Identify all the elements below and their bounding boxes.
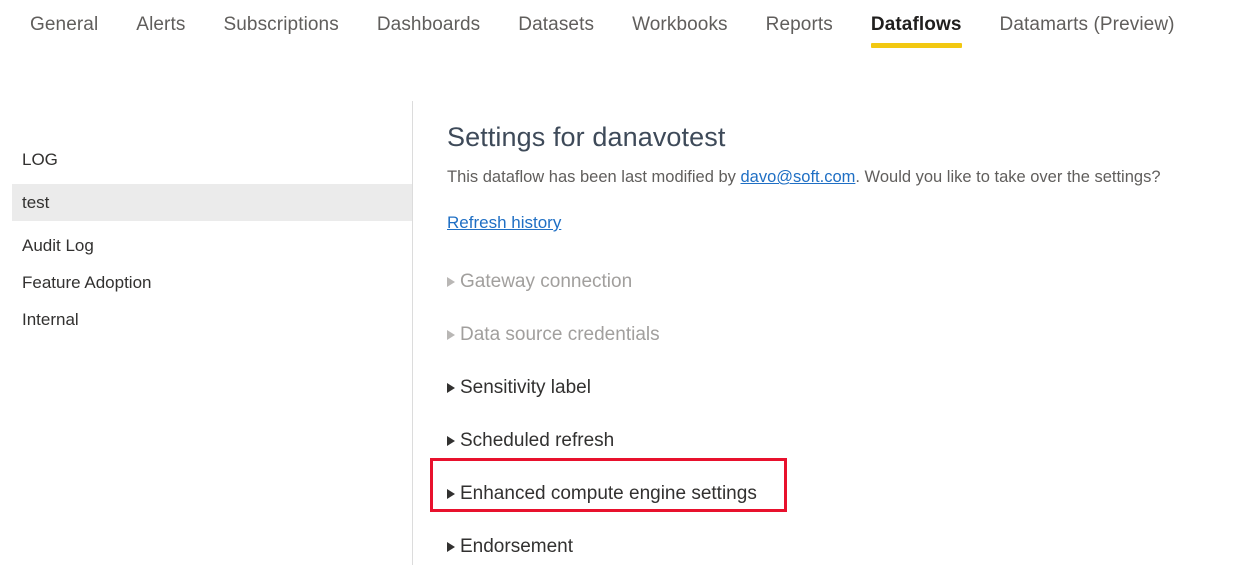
tab-label: Subscriptions [223,14,338,36]
modified-by-email-link[interactable]: davo@soft.com [741,168,856,186]
settings-sections-list: Gateway connection Data source credentia… [447,255,1237,573]
sidebar-item-internal[interactable]: Internal [0,301,412,338]
tab-label: Datasets [518,14,594,36]
section-scheduled-refresh[interactable]: Scheduled refresh [447,414,1237,467]
page-title: Settings for danavotest [447,120,1237,154]
tab-label: Dataflows [871,14,962,36]
section-label: Gateway connection [460,271,632,293]
tab-label: General [30,14,98,36]
tab-label: Dashboards [377,14,480,36]
section-enhanced-compute-engine-settings[interactable]: Enhanced compute engine settings [447,467,1237,520]
chevron-right-icon [447,436,455,446]
tab-active-underline [871,43,962,48]
tab-label: Datamarts (Preview) [1000,14,1175,36]
chevron-right-icon [447,542,455,552]
tab-datasets[interactable]: Datasets [518,0,594,50]
chevron-right-icon [447,489,455,499]
chevron-right-icon [447,383,455,393]
sidebar-item-log[interactable]: LOG [0,141,412,178]
section-gateway-connection: Gateway connection [447,255,1237,308]
section-data-source-credentials: Data source credentials [447,308,1237,361]
sidebar-item-feature-adoption[interactable]: Feature Adoption [0,264,412,301]
section-label: Data source credentials [460,324,660,346]
last-modified-description: This dataflow has been last modified by … [447,166,1237,188]
refresh-history-link[interactable]: Refresh history [447,213,561,233]
workspace-sidebar: LOG test Audit Log Feature Adoption Inte… [0,101,412,565]
section-label: Endorsement [460,536,573,558]
tab-workbooks[interactable]: Workbooks [632,0,728,50]
sidebar-item-test[interactable]: test [12,184,412,221]
top-navigation-tabs: General Alerts Subscriptions Dashboards … [0,0,1252,68]
section-label: Scheduled refresh [460,430,614,452]
tab-label: Workbooks [632,14,728,36]
tab-general[interactable]: General [30,0,98,50]
chevron-right-icon [447,330,455,340]
section-label: Sensitivity label [460,377,591,399]
sidebar-item-label: Audit Log [22,236,94,256]
tab-subscriptions[interactable]: Subscriptions [223,0,338,50]
sidebar-item-audit-log[interactable]: Audit Log [0,227,412,264]
tab-dataflows[interactable]: Dataflows [871,0,962,50]
tab-label: Alerts [136,14,185,36]
chevron-right-icon [447,277,455,287]
sidebar-item-label: LOG [22,150,58,170]
description-text-after: . Would you like to take over the settin… [855,168,1160,186]
tab-dashboards[interactable]: Dashboards [377,0,480,50]
sidebar-item-label: test [22,193,49,213]
section-label: Enhanced compute engine settings [460,483,757,505]
section-sensitivity-label[interactable]: Sensitivity label [447,361,1237,414]
description-text-before: This dataflow has been last modified by [447,168,741,186]
tab-datamarts-preview[interactable]: Datamarts (Preview) [1000,0,1175,50]
settings-panel: Settings for danavotest This dataflow ha… [447,101,1237,573]
tab-reports[interactable]: Reports [766,0,833,50]
section-endorsement[interactable]: Endorsement [447,520,1237,573]
tab-label: Reports [766,14,833,36]
sidebar-content-divider [412,101,413,565]
tab-alerts[interactable]: Alerts [136,0,185,50]
sidebar-item-label: Feature Adoption [22,273,151,293]
sidebar-item-label: Internal [22,310,79,330]
